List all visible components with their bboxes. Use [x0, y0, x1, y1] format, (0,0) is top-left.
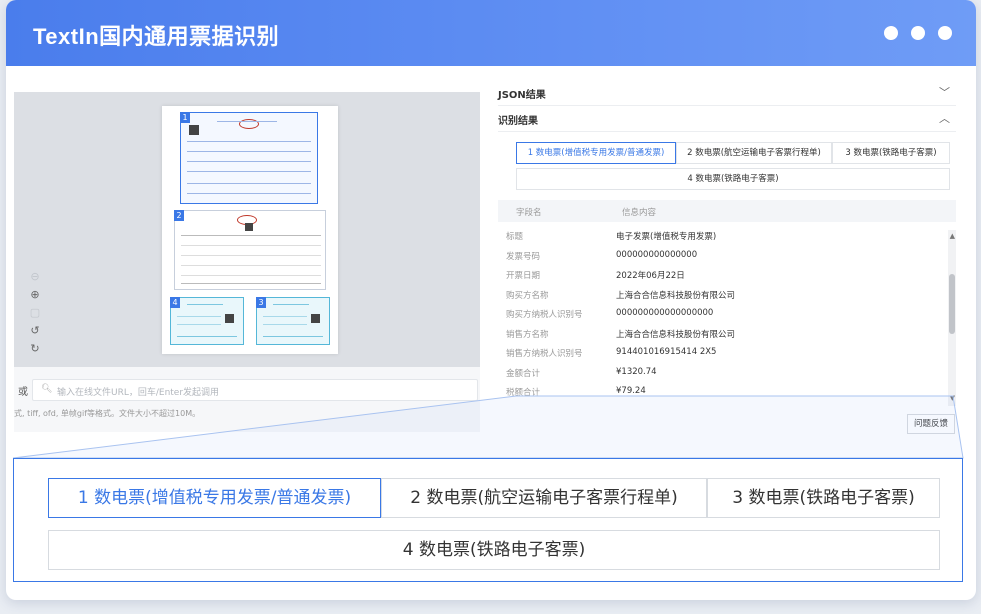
tab-invoice-1[interactable]: 1 数电票(增值税专用发票/普通发票) — [516, 142, 676, 164]
url-input[interactable]: 🔍︎ 输入在线文件URL，回车/Enter发起调用 — [32, 379, 478, 401]
table-row: 销售方纳税人识别号 914401016915414 2X5 — [498, 343, 948, 363]
row-key: 销售方纳税人识别号 — [506, 349, 583, 359]
row-key: 开票日期 — [506, 271, 541, 281]
row-key: 标题 — [506, 232, 524, 242]
column-header-field: 字段名 — [516, 208, 542, 218]
row-value: 914401016915414 2X5 — [616, 347, 717, 357]
rotate-right-icon[interactable]: ↻ — [28, 342, 42, 356]
recognition-result-label: 识别结果 — [498, 116, 538, 127]
scroll-up-icon[interactable]: ▲ — [950, 232, 955, 240]
table-row: 金额合计 ¥1320.74 — [498, 363, 948, 383]
table-row: 购买方纳税人识别号 000000000000000000 — [498, 304, 948, 324]
url-placeholder: 输入在线文件URL，回车/Enter发起调用 — [57, 388, 220, 398]
row-key: 购买方纳税人识别号 — [506, 310, 583, 320]
title-bar: TextIn国内通用票据识别 — [6, 0, 976, 66]
row-value: 2022年06月22日 — [616, 271, 685, 281]
dot-icon[interactable] — [911, 26, 925, 40]
app-title: TextIn国内通用票据识别 — [33, 24, 280, 49]
viewer-toolbar: ⊖ ⊕ ▢ ↺ ↻ — [26, 270, 44, 356]
invoice-number-badge: 3 — [256, 297, 266, 308]
rotate-left-icon[interactable]: ↺ — [28, 324, 42, 338]
qr-code-icon — [189, 125, 199, 135]
table-row: 销售方名称 上海合合信息科技股份有限公司 — [498, 324, 948, 344]
search-icon: 🔍︎ — [41, 384, 53, 394]
tab-invoice-3[interactable]: 3 数电票(铁路电子客票) — [832, 142, 950, 164]
qr-code-icon — [245, 223, 253, 231]
row-key: 金额合计 — [506, 368, 541, 379]
row-key: 发票号码 — [506, 251, 541, 262]
fit-icon[interactable]: ▢ — [28, 306, 42, 320]
row-value: 电子发票(增值税专用发票) — [616, 232, 717, 242]
json-result-section[interactable]: JSON结果 ﹀ — [498, 80, 956, 106]
url-input-row: 或 🔍︎ 输入在线文件URL，回车/Enter发起调用 — [14, 379, 480, 401]
scroll-thumb[interactable] — [949, 274, 955, 334]
tab-invoice-2[interactable]: 2 数电票(航空运输电子客票行程单) — [676, 142, 832, 164]
row-value: 上海合合信息科技股份有限公司 — [616, 329, 736, 340]
zoom-tab-invoice-4[interactable]: 4 数电票(铁路电子客票) — [48, 530, 940, 570]
table-row: 开票日期 2022年06月22日 — [498, 265, 948, 285]
invoice-number-badge: 1 — [180, 112, 190, 123]
qr-code-icon — [311, 314, 320, 323]
invoice-region-3[interactable]: 3 — [256, 297, 330, 345]
invoice-number-badge: 2 — [174, 210, 184, 221]
window-controls — [884, 26, 952, 40]
scroll-down-icon[interactable]: ▼ — [950, 394, 955, 402]
zoomed-tabs-panel: 1 数电票(增值税专用发票/普通发票) 2 数电票(航空运输电子客票行程单) 3… — [13, 458, 963, 582]
row-value: 000000000000000000 — [616, 308, 714, 318]
table-row: 购买方名称 上海合合信息科技股份有限公司 — [498, 285, 948, 305]
document-viewer[interactable]: 1 2 4 3 ⊖ ⊕ ▢ ↺ ↻ — [14, 92, 480, 367]
url-prefix-label: 或 — [18, 387, 28, 398]
preview-panel: 1 2 4 3 ⊖ ⊕ ▢ ↺ ↻ 或 🔍︎ 输入在线文件URL，回车/Ente… — [14, 92, 480, 432]
dot-icon[interactable] — [884, 26, 898, 40]
invoice-region-1[interactable]: 1 — [180, 112, 318, 204]
table-header: 字段名 信息内容 — [498, 200, 956, 222]
table-row: 发票号码 000000000000000 — [498, 246, 948, 266]
chevron-down-icon[interactable]: ﹀ — [939, 84, 950, 100]
json-result-label: JSON结果 — [498, 90, 546, 101]
tab-invoice-4[interactable]: 4 数电票(铁路电子客票) — [516, 168, 950, 190]
row-key: 购买方名称 — [506, 290, 549, 301]
document-page: 1 2 4 3 — [162, 106, 338, 354]
table-scrollbar[interactable] — [948, 230, 956, 406]
row-value: 000000000000000 — [616, 249, 698, 260]
invoice-region-2[interactable]: 2 — [174, 210, 326, 290]
invoice-region-4[interactable]: 4 — [170, 297, 244, 345]
zoom-in-icon[interactable]: ⊕ — [28, 288, 42, 302]
chevron-up-icon[interactable]: ︿ — [939, 110, 950, 126]
feedback-button[interactable]: 问题反馈 — [907, 414, 955, 434]
zoom-tab-invoice-1[interactable]: 1 数电票(增值税专用发票/普通发票) — [48, 478, 381, 518]
row-key: 销售方名称 — [506, 329, 549, 340]
zoom-tab-invoice-3[interactable]: 3 数电票(铁路电子客票) — [707, 478, 940, 518]
row-value: 上海合合信息科技股份有限公司 — [616, 290, 736, 301]
qr-code-icon — [225, 314, 234, 323]
dot-icon[interactable] — [938, 26, 952, 40]
invoice-number-badge: 4 — [170, 297, 180, 308]
zoom-tab-invoice-2[interactable]: 2 数电票(航空运输电子客票行程单) — [381, 478, 707, 518]
column-header-content: 信息内容 — [622, 208, 657, 218]
table-row: 标题 电子发票(增值税专用发票) — [498, 226, 948, 246]
recognition-result-section[interactable]: 识别结果 ︿ — [498, 106, 956, 132]
row-value: ¥1320.74 — [616, 366, 657, 377]
zoom-out-icon[interactable]: ⊖ — [28, 270, 42, 284]
upload-hint: 式, tiff, ofd, 单帧gif等格式。文件大小不超过10M。 — [14, 409, 201, 418]
result-table: 字段名 信息内容 标题 电子发票(增值税专用发票) 发票号码 000000000… — [498, 200, 956, 410]
results-panel: JSON结果 ﹀ 识别结果 ︿ 1 数电票(增值税专用发票/普通发票) 2 数电… — [498, 80, 958, 440]
